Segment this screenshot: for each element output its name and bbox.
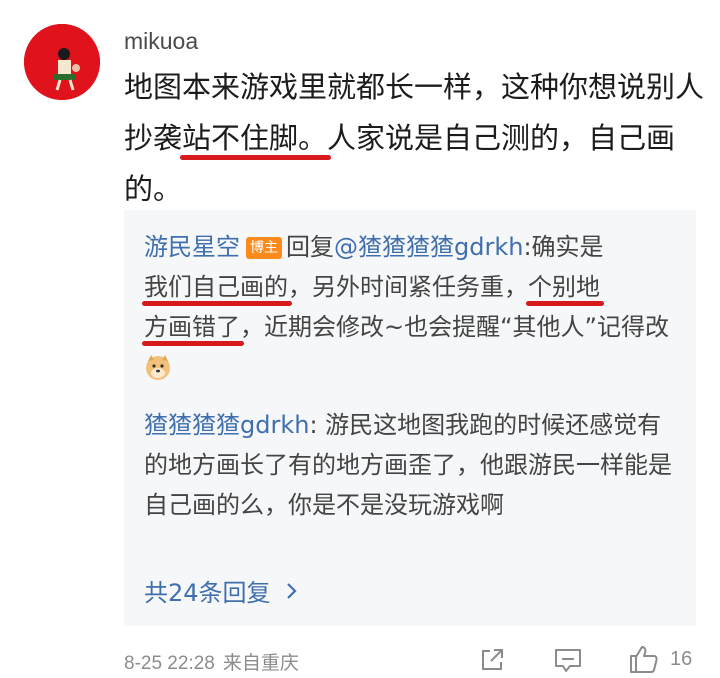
underlined-phrase: 个别地	[526, 267, 604, 307]
reply-text-colon: :确实是	[523, 233, 604, 261]
mention-link[interactable]: @猹猹猹猹gdrkh	[334, 233, 523, 261]
reply-word: 回复	[286, 233, 334, 261]
comment-text: 地图本来游戏里就都长一样，这种你想说别人抄袭站不住脚。 人家说是自己测的，自己画的…	[124, 62, 704, 215]
reply-author[interactable]: 游民星空	[144, 233, 240, 261]
reply-text-after: ，近期会修改~也会提醒“其他人”记得改	[240, 313, 669, 341]
reply-text-middle: ，另外时间紧任务重，	[288, 273, 528, 301]
comment-time: 8-25 22:28	[124, 653, 215, 674]
reply-item[interactable]: 游民星空 博主 回复@猹猹猹猹gdrkh:确实是我们自己画的 ，另外时间紧任务重，个别…	[142, 227, 684, 387]
like-count: 16	[670, 648, 693, 670]
comment-meta: 8-25 22:28 来自重庆	[124, 648, 299, 675]
chevron-right-icon	[286, 578, 298, 606]
share-icon[interactable]	[478, 646, 506, 678]
comment-icon[interactable]	[553, 646, 583, 678]
blogger-badge: 博主	[246, 237, 282, 259]
avatar[interactable]	[24, 24, 100, 100]
reply-author[interactable]: 猹猹猹猹gdrkh	[144, 411, 309, 439]
underlined-phrase: 我们自己画的	[142, 267, 292, 307]
underlined-phrase: 站不住脚。	[180, 113, 332, 164]
like-icon[interactable]	[628, 644, 660, 678]
reply-box[interactable]: 游民星空 博主 回复@猹猹猹猹gdrkh:确实是我们自己画的 ，另外时间紧任务重，个别…	[124, 210, 696, 626]
comment-username[interactable]: mikuoa	[124, 28, 198, 55]
reply-item[interactable]: 猹猹猹猹gdrkh: 游民这地图我跑的时候还感觉有的地方画长了有的地方画歪了，他…	[144, 405, 684, 525]
doge-emoji-icon	[144, 353, 172, 381]
comment-location: 来自重庆	[222, 653, 299, 674]
underlined-phrase: 方画错了	[142, 307, 244, 347]
more-replies-link[interactable]: 共24条回复	[144, 573, 298, 608]
reply-text-colon: :	[309, 411, 326, 439]
